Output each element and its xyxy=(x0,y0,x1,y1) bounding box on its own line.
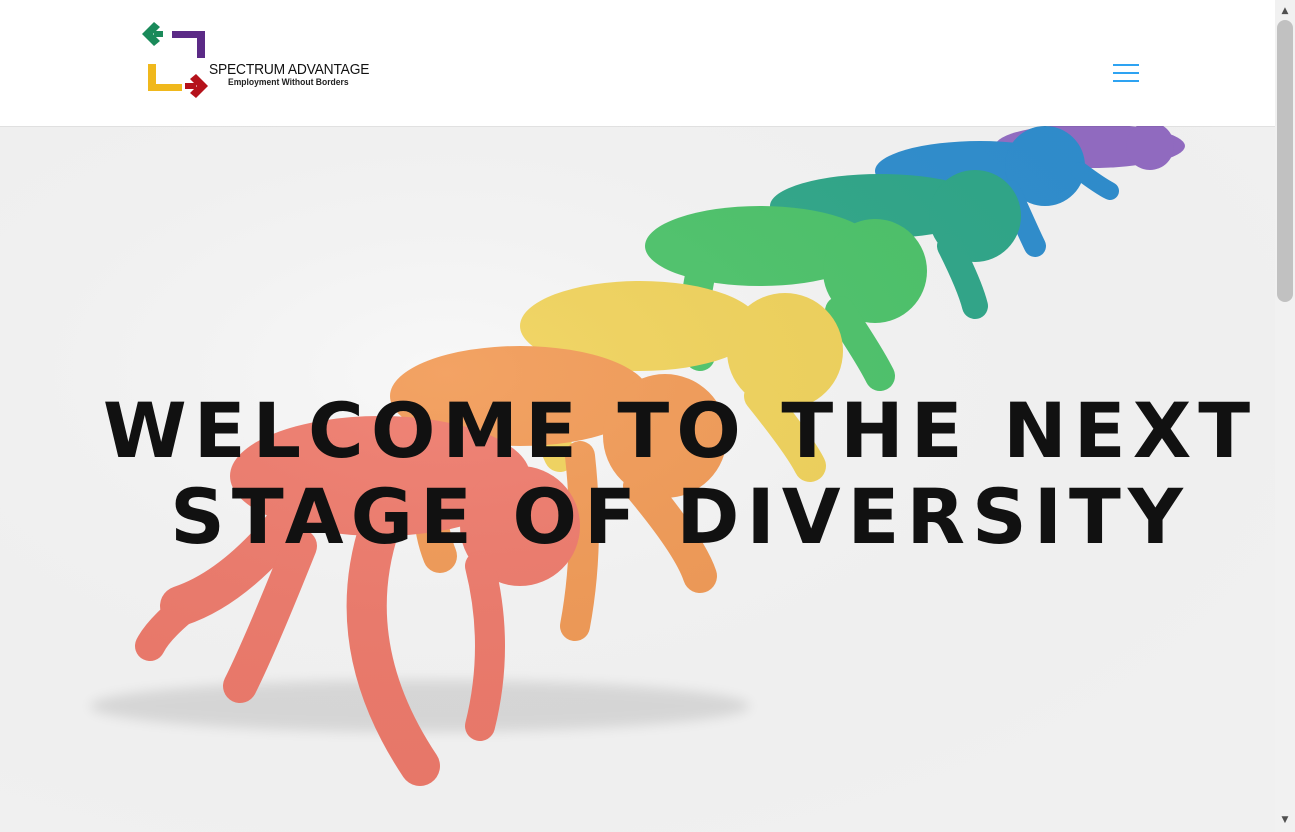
hero-heading: WELCOME TO THE NEXT STAGE OF DIVERSITY xyxy=(102,386,1258,561)
scroll-up-icon[interactable]: ▲ xyxy=(1275,2,1295,20)
logo-mark-icon xyxy=(142,22,208,98)
site-logo[interactable]: SPECTRUM ADVANTAGE Employment Without Bo… xyxy=(140,18,390,104)
hero-section: WELCOME TO THE NEXT STAGE OF DIVERSITY xyxy=(0,126,1275,832)
scrollbar-thumb[interactable] xyxy=(1277,20,1293,302)
page: SPECTRUM ADVANTAGE Employment Without Bo… xyxy=(0,0,1275,832)
hamburger-menu-icon[interactable] xyxy=(1113,64,1139,84)
scroll-down-icon[interactable]: ▼ xyxy=(1275,811,1295,829)
logo-name: SPECTRUM ADVANTAGE xyxy=(209,61,370,78)
site-header: SPECTRUM ADVANTAGE Employment Without Bo… xyxy=(0,0,1275,126)
vertical-scrollbar[interactable]: ▲ ▼ xyxy=(1275,0,1295,832)
logo-tagline: Employment Without Borders xyxy=(228,77,349,88)
